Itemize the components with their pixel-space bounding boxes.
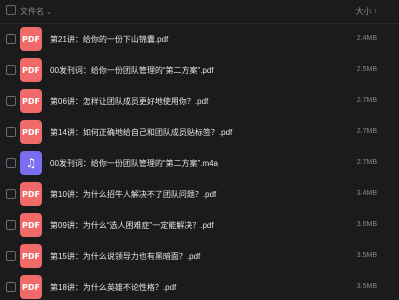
file-row[interactable]: PDF 第21讲：给你的一份下山锦囊.pdf 2.4MB [0,24,399,55]
pdf-file-icon: PDF [20,182,42,206]
row-checkbox[interactable] [6,251,16,261]
row-checkbox[interactable] [6,220,16,230]
file-name[interactable]: 第09讲：为什么“选人困难症”一定能解决？.pdf [50,220,214,231]
file-size: 3.5MB [356,221,377,228]
pdf-file-icon: PDF [20,213,42,237]
chevron-down-icon: ⌄ [46,8,52,16]
file-row[interactable]: PDF 第18讲：为什么英雄不论性格？.pdf 3.5MB [0,272,399,300]
file-name[interactable]: 第15讲：为什么说领导力也有黑暗面？.pdf [50,251,200,262]
row-checkbox[interactable] [6,189,16,199]
pdf-file-icon: PDF [20,89,42,113]
file-name[interactable]: 00发刊词：给你一份团队管理的“第二方案”.m4a [50,158,218,169]
select-all-checkbox[interactable] [6,5,16,15]
file-row[interactable]: PDF 第15讲：为什么说领导力也有黑暗面？.pdf 3.5MB [0,241,399,272]
file-size: 2.4MB [356,35,377,42]
row-checkbox[interactable] [6,96,16,106]
pdf-file-icon: PDF [20,244,42,268]
file-row[interactable]: ♫ 00发刊词：给你一份团队管理的“第二方案”.m4a 2.7MB [0,148,399,179]
file-list-panel: 文件名 ⌄ 大小 ↑ PDF 第21讲：给你的一份下山锦囊.pdf 2.4MB … [0,0,399,300]
file-size: 2.7MB [356,128,377,135]
file-name[interactable]: 第18讲：为什么英雄不论性格？.pdf [50,282,176,293]
file-rows: PDF 第21讲：给你的一份下山锦囊.pdf 2.4MB PDF 00发刊词：给… [0,24,399,300]
file-row[interactable]: PDF 第10讲：为什么招牛人解决不了团队问题？.pdf 3.4MB [0,179,399,210]
file-row[interactable]: PDF 第14讲：如何正确地给自己和团队成员贴标签？.pdf 2.7MB [0,117,399,148]
pdf-file-icon: PDF [20,27,42,51]
file-size: 2.7MB [356,97,377,104]
pdf-file-icon: PDF [20,275,42,299]
file-row[interactable]: PDF 第09讲：为什么“选人困难症”一定能解决？.pdf 3.5MB [0,210,399,241]
file-name[interactable]: 第06讲：怎样让团队成员更好地使用你？.pdf [50,96,208,107]
file-name[interactable]: 第10讲：为什么招牛人解决不了团队问题？.pdf [50,189,216,200]
row-checkbox[interactable] [6,34,16,44]
file-size: 3.4MB [356,190,377,197]
row-checkbox[interactable] [6,282,16,292]
file-name[interactable]: 第14讲：如何正确地给自己和团队成员贴标签？.pdf [50,127,232,138]
file-size: 3.5MB [356,252,377,259]
name-column-label: 文件名 [20,7,44,16]
sort-ascending-icon: ↑ [373,8,378,15]
name-column-header[interactable]: 文件名 ⌄ [20,6,52,17]
file-size: 2.7MB [356,159,377,166]
file-name[interactable]: 第21讲：给你的一份下山锦囊.pdf [50,34,168,45]
file-name[interactable]: 00发刊词：给你一份团队管理的“第二方案”.pdf [50,65,214,76]
file-size: 2.5MB [356,66,377,73]
file-size: 3.5MB [356,283,377,290]
size-column-header[interactable]: 大小 ↑ [356,6,378,17]
row-checkbox[interactable] [6,158,16,168]
file-row[interactable]: PDF 00发刊词：给你一份团队管理的“第二方案”.pdf 2.5MB [0,55,399,86]
list-header: 文件名 ⌄ 大小 ↑ [0,0,399,24]
music-note-icon: ♫ [20,151,42,175]
pdf-file-icon: PDF [20,120,42,144]
row-checkbox[interactable] [6,65,16,75]
size-column-label: 大小 [355,7,372,16]
pdf-file-icon: PDF [20,58,42,82]
file-row[interactable]: PDF 第06讲：怎样让团队成员更好地使用你？.pdf 2.7MB [0,86,399,117]
row-checkbox[interactable] [6,127,16,137]
